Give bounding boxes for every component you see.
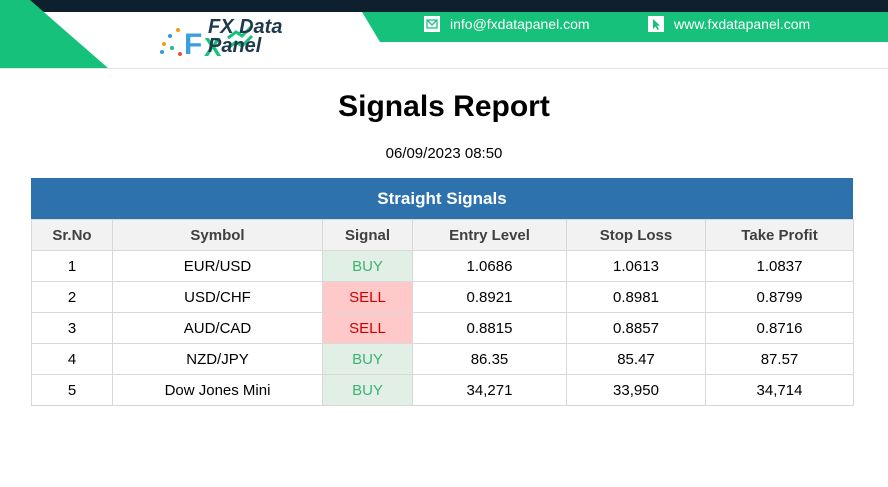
table-row: 1 EUR/USD BUY 1.0686 1.0613 1.0837 (31, 250, 854, 282)
signals-table: Sr.No Symbol Signal Entry Level Stop Los… (31, 219, 854, 406)
column-header: Take Profit (705, 219, 854, 251)
cell-entry-level: 1.0686 (412, 250, 567, 282)
cursor-icon (648, 16, 664, 32)
cell-stop-loss: 0.8981 (566, 281, 706, 313)
cell-symbol: AUD/CAD (112, 312, 323, 344)
cell-take-profit: 34,714 (705, 374, 854, 406)
cell-take-profit: 1.0837 (705, 250, 854, 282)
table-row: 2 USD/CHF SELL 0.8921 0.8981 0.8799 (31, 281, 854, 313)
cell-stop-loss: 33,950 (566, 374, 706, 406)
column-header: Signal (322, 219, 413, 251)
cell-stop-loss: 85.47 (566, 343, 706, 375)
cell-take-profit: 0.8799 (705, 281, 854, 313)
cell-signal: BUY (322, 343, 413, 375)
svg-text:F: F (184, 28, 202, 60)
cell-symbol: USD/CHF (112, 281, 323, 313)
cell-entry-level: 86.35 (412, 343, 567, 375)
page-title: Signals Report (338, 90, 550, 123)
cell-signal: SELL (322, 281, 413, 313)
table-row: 3 AUD/CAD SELL 0.8815 0.8857 0.8716 (31, 312, 854, 344)
cell-signal: SELL (322, 312, 413, 344)
column-header: Symbol (112, 219, 323, 251)
contact-email[interactable]: info@fxdatapanel.com (424, 16, 590, 32)
cell-entry-level: 0.8921 (412, 281, 567, 313)
signals-table-container: Straight Signals Sr.No Symbol Signal Ent… (31, 178, 854, 406)
cell-entry-level: 0.8815 (412, 312, 567, 344)
email-icon (424, 16, 440, 32)
brand-name: FX Data Panel (208, 17, 282, 57)
table-row: 5 Dow Jones Mini BUY 34,271 33,950 34,71… (31, 374, 854, 406)
table-title: Straight Signals (31, 178, 853, 219)
email-text[interactable]: info@fxdatapanel.com (450, 16, 590, 32)
column-header: Entry Level (412, 219, 567, 251)
cell-sr-no: 3 (31, 312, 113, 344)
cell-signal: BUY (322, 374, 413, 406)
cell-sr-no: 4 (31, 343, 113, 375)
website-text[interactable]: www.fxdatapanel.com (674, 16, 810, 32)
cell-sr-no: 2 (31, 281, 113, 313)
cell-symbol: EUR/USD (112, 250, 323, 282)
cell-stop-loss: 0.8857 (566, 312, 706, 344)
cell-sr-no: 1 (31, 250, 113, 282)
cell-symbol: Dow Jones Mini (112, 374, 323, 406)
brand-line-2: Panel (208, 35, 262, 57)
cell-sr-no: 5 (31, 374, 113, 406)
cell-symbol: NZD/JPY (112, 343, 323, 375)
cell-take-profit: 87.57 (705, 343, 854, 375)
cell-take-profit: 0.8716 (705, 312, 854, 344)
cell-entry-level: 34,271 (412, 374, 567, 406)
table-header-row: Sr.No Symbol Signal Entry Level Stop Los… (31, 219, 854, 251)
table-row: 4 NZD/JPY BUY 86.35 85.47 87.57 (31, 343, 854, 375)
column-header: Stop Loss (566, 219, 706, 251)
cell-signal: BUY (322, 250, 413, 282)
cell-stop-loss: 1.0613 (566, 250, 706, 282)
report-datetime: 06/09/2023 08:50 (385, 145, 503, 162)
column-header: Sr.No (31, 219, 113, 251)
page-header: F X FX Data Panel info@fxdatapanel.com w… (0, 0, 888, 69)
contact-website[interactable]: www.fxdatapanel.com (648, 16, 810, 32)
